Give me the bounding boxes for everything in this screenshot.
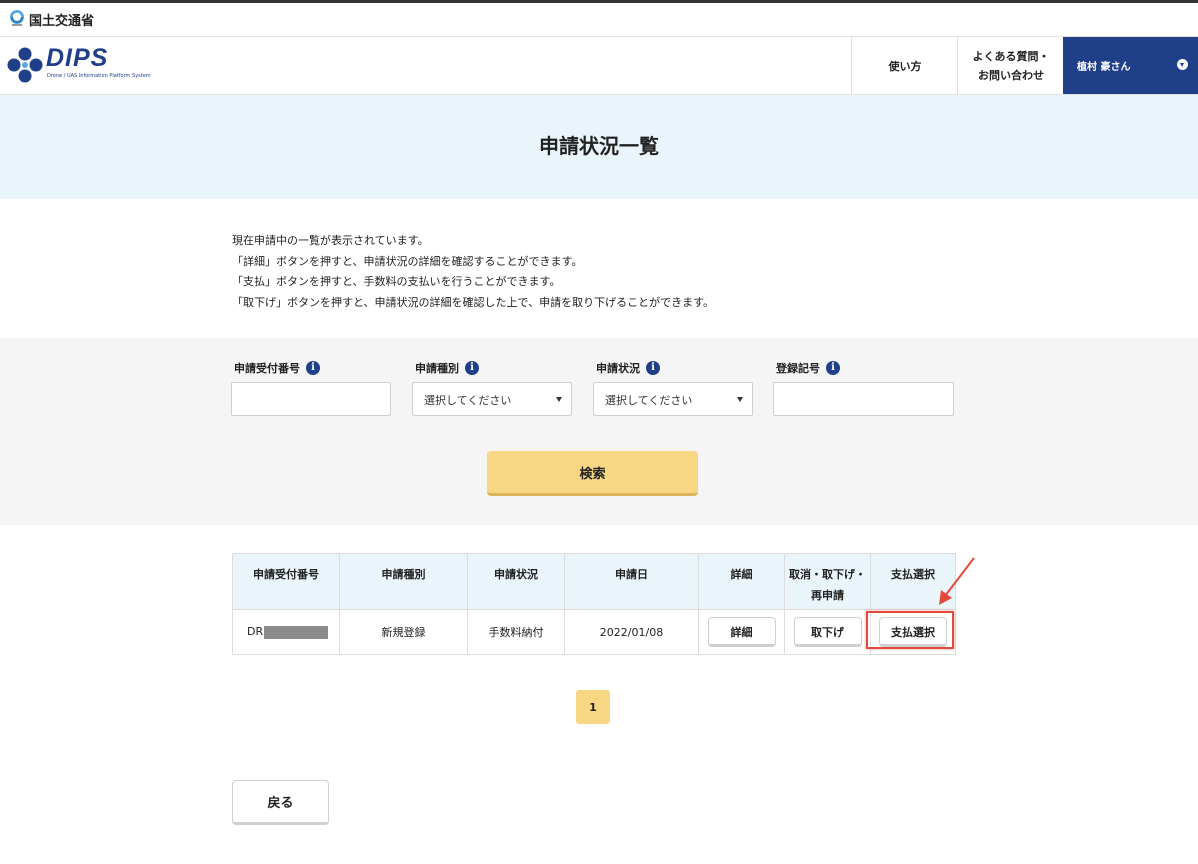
cell-detail: 詳細 [698,609,785,655]
application-type-select[interactable]: 選択してください [412,382,572,416]
cell-status: 手数料納付 [467,609,565,655]
description-line: 「取下げ」ボタンを押すと、申請状況の詳細を確認した上で、申請を取り下げることがで… [232,295,715,309]
page-title: 申請状況一覧 [539,134,659,158]
nav-usage-label: 使い方 [888,59,922,73]
application-type-selected: 選択してください [424,394,512,407]
column-header-status: 申請状況 [467,553,565,610]
search-button-label: 検索 [579,466,606,482]
dropdown-arrow-icon [737,397,743,402]
description-line: 現在申請中の一覧が表示されています。 [232,234,429,247]
column-header-type: 申請種別 [339,553,468,610]
application-status-select[interactable]: 選択してください [593,382,753,416]
annotation-arrow-icon [939,557,975,605]
application-status-selected: 選択してください [605,394,693,407]
search-button[interactable]: 検索 [487,451,698,496]
info-icon[interactable]: i [826,361,840,375]
registration-mark-label-text: 登録記号 [776,362,820,375]
back-button[interactable]: 戻る [232,780,329,825]
title-banner: 申請状況一覧 [0,95,1198,199]
withdraw-button[interactable]: 取下げ [793,617,862,647]
applications-table: 申請受付番号 申請種別 申請状況 申請日 詳細 取消・取下げ・再申請 支払選択 … [232,553,956,655]
government-bar: 国土交通省 [0,3,1198,37]
payment-select-button[interactable]: 支払選択 [879,617,947,647]
cell-withdraw: 取下げ [784,609,871,655]
pagination-page-1[interactable]: 1 [576,690,610,724]
dropdown-arrow-icon [556,397,562,402]
column-header-detail: 詳細 [698,553,785,610]
registration-mark-label: 登録記号 i [776,360,840,376]
column-header-receipt-number: 申請受付番号 [232,553,340,610]
cell-date: 2022/01/08 [564,609,699,655]
application-type-label-text: 申請種別 [415,362,459,375]
description-line: 「詳細」ボタンを押すと、申請状況の詳細を確認することができます。 [232,254,583,268]
detail-button[interactable]: 詳細 [707,617,776,647]
info-icon[interactable]: i [306,361,320,375]
info-icon[interactable]: i [465,361,479,375]
receipt-number-input[interactable] [231,382,391,416]
application-status-label: 申請状況 i [596,360,660,376]
application-status-label-text: 申請状況 [596,362,640,375]
user-name: 植村 豪さん [1077,62,1131,73]
nav-faq-label-line2: お問い合わせ [978,68,1044,82]
mlit-logo-icon [10,10,24,26]
column-header-withdraw: 取消・取下げ・再申請 [784,553,871,610]
nav-faq-label-line1: よくある質問・ [972,49,1050,63]
dips-logo-icon[interactable] [6,47,44,83]
back-button-label: 戻る [267,796,294,811]
column-header-date: 申請日 [564,553,699,610]
site-header: DIPS Drone / UAS Information Platform Sy… [0,37,1198,95]
page-number-label: 1 [589,700,597,714]
dips-logo-text[interactable]: DIPS [46,44,108,73]
table-row: DR 新規登録 手数料納付 2022/01/08 詳細 取下げ 支払選択 [232,609,956,655]
nav-faq-link[interactable]: よくある質問・ お問い合わせ [957,37,1064,94]
table-header-row: 申請受付番号 申請種別 申請状況 申請日 詳細 取消・取下げ・再申請 支払選択 [232,553,956,610]
chevron-down-icon[interactable] [1177,59,1188,70]
page-description: 現在申請中の一覧が表示されています。 「詳細」ボタンを押すと、申請状況の詳細を確… [232,231,714,313]
application-type-label: 申請種別 i [415,360,479,376]
receipt-number-label-text: 申請受付番号 [234,362,300,375]
info-icon[interactable]: i [646,361,660,375]
cell-receipt-number: DR [232,609,340,655]
search-panel: 申請受付番号 i 申請種別 i 選択してください 申請状況 i 選択してください… [0,338,1198,525]
cell-type: 新規登録 [339,609,468,655]
description-line: 「支払」ボタンを押すと、手数料の支払いを行うことができます。 [232,275,561,288]
dips-logo-subtitle: Drone / UAS Information Platform System [47,73,151,79]
ministry-name[interactable]: 国土交通省 [29,10,94,29]
nav-usage-link[interactable]: 使い方 [851,37,958,94]
user-menu[interactable]: 植村 豪さん [1063,37,1198,94]
receipt-number-label: 申請受付番号 i [234,360,320,376]
redacted-receipt-number [264,625,329,639]
cell-payment: 支払選択 [870,609,956,655]
receipt-number-prefix: DR [247,625,264,639]
registration-mark-input[interactable] [773,382,954,416]
